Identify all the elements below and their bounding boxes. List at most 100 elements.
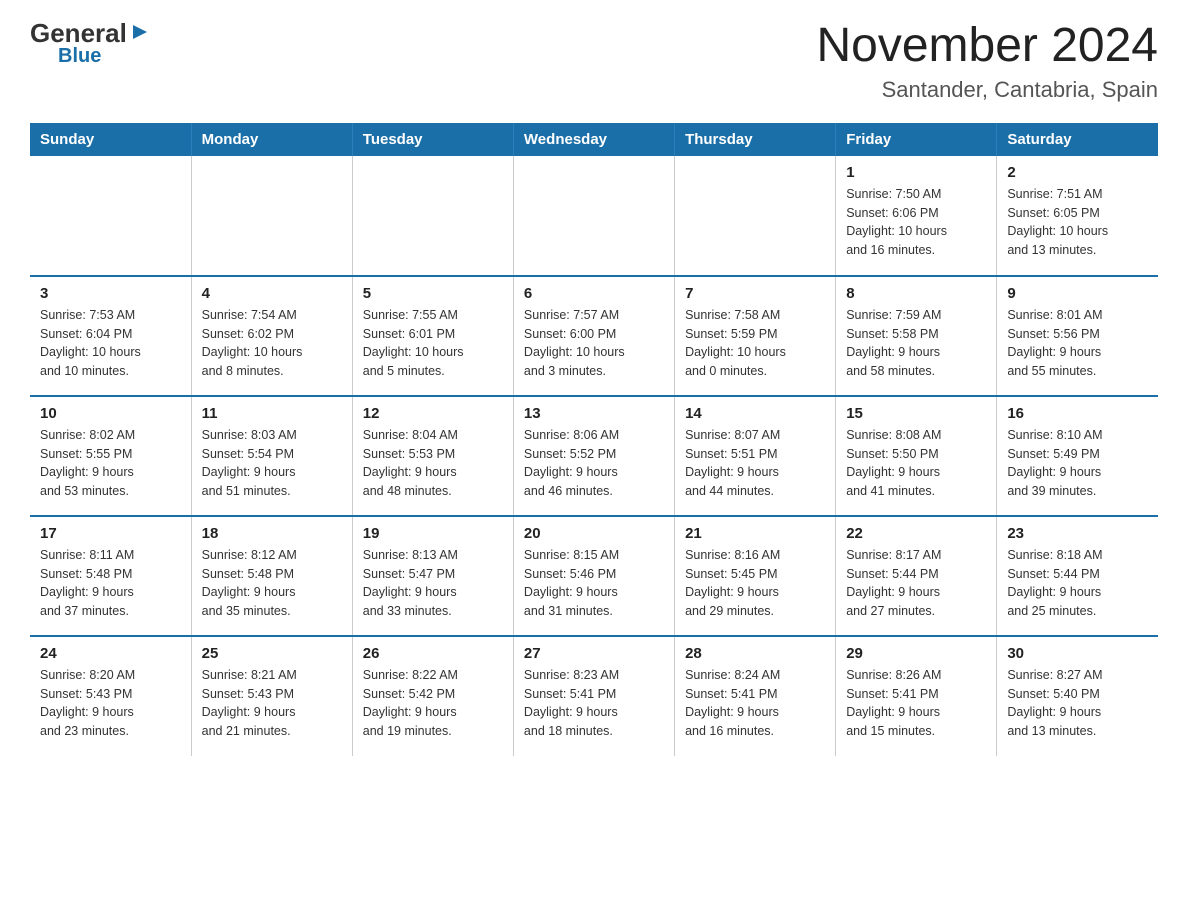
calendar-cell: 11 Sunrise: 8:03 AM Sunset: 5:54 PM Dayli… <box>191 396 352 516</box>
calendar-cell: 5 Sunrise: 7:55 AM Sunset: 6:01 PM Daylig… <box>352 276 513 396</box>
header-thursday: Thursday <box>675 123 836 156</box>
day-info: Sunrise: 7:55 AM Sunset: 6:01 PM Dayligh… <box>363 306 503 381</box>
day-number: 29 <box>846 645 986 662</box>
day-number: 1 <box>846 164 986 181</box>
day-info: Sunrise: 8:11 AM Sunset: 5:48 PM Dayligh… <box>40 546 181 621</box>
header-monday: Monday <box>191 123 352 156</box>
calendar-cell <box>513 156 674 276</box>
calendar-cell: 19 Sunrise: 8:13 AM Sunset: 5:47 PM Dayli… <box>352 516 513 636</box>
day-number: 7 <box>685 285 825 302</box>
calendar-cell: 7 Sunrise: 7:58 AM Sunset: 5:59 PM Daylig… <box>675 276 836 396</box>
day-number: 20 <box>524 525 664 542</box>
calendar-cell: 29 Sunrise: 8:26 AM Sunset: 5:41 PM Dayli… <box>836 636 997 756</box>
day-number: 3 <box>40 285 181 302</box>
day-number: 21 <box>685 525 825 542</box>
weekday-header-row: Sunday Monday Tuesday Wednesday Thursday… <box>30 123 1158 156</box>
calendar-cell: 23 Sunrise: 8:18 AM Sunset: 5:44 PM Dayli… <box>997 516 1158 636</box>
calendar-week-row: 24 Sunrise: 8:20 AM Sunset: 5:43 PM Dayli… <box>30 636 1158 756</box>
day-number: 24 <box>40 645 181 662</box>
day-number: 25 <box>202 645 342 662</box>
day-info: Sunrise: 8:18 AM Sunset: 5:44 PM Dayligh… <box>1007 546 1148 621</box>
day-info: Sunrise: 8:03 AM Sunset: 5:54 PM Dayligh… <box>202 426 342 501</box>
day-info: Sunrise: 8:13 AM Sunset: 5:47 PM Dayligh… <box>363 546 503 621</box>
calendar-cell <box>352 156 513 276</box>
header-tuesday: Tuesday <box>352 123 513 156</box>
day-number: 11 <box>202 405 342 422</box>
day-info: Sunrise: 7:54 AM Sunset: 6:02 PM Dayligh… <box>202 306 342 381</box>
day-info: Sunrise: 8:15 AM Sunset: 5:46 PM Dayligh… <box>524 546 664 621</box>
day-info: Sunrise: 7:50 AM Sunset: 6:06 PM Dayligh… <box>846 185 986 260</box>
header-friday: Friday <box>836 123 997 156</box>
day-info: Sunrise: 8:02 AM Sunset: 5:55 PM Dayligh… <box>40 426 181 501</box>
calendar-cell <box>675 156 836 276</box>
calendar-cell: 12 Sunrise: 8:04 AM Sunset: 5:53 PM Dayli… <box>352 396 513 516</box>
day-info: Sunrise: 8:24 AM Sunset: 5:41 PM Dayligh… <box>685 666 825 741</box>
logo-blue-text: Blue <box>58 46 101 66</box>
calendar-week-row: 1 Sunrise: 7:50 AM Sunset: 6:06 PM Daylig… <box>30 156 1158 276</box>
logo-general-text: General <box>30 20 127 46</box>
header-saturday: Saturday <box>997 123 1158 156</box>
day-number: 18 <box>202 525 342 542</box>
day-number: 19 <box>363 525 503 542</box>
day-info: Sunrise: 8:23 AM Sunset: 5:41 PM Dayligh… <box>524 666 664 741</box>
calendar-cell: 15Sunrise: 8:08 AM Sunset: 5:50 PM Dayli… <box>836 396 997 516</box>
day-number: 8 <box>846 285 986 302</box>
day-number: 12 <box>363 405 503 422</box>
title-block: November 2024 Santander, Cantabria, Spai… <box>816 20 1158 103</box>
calendar-week-row: 17 Sunrise: 8:11 AM Sunset: 5:48 PM Dayli… <box>30 516 1158 636</box>
day-number: 6 <box>524 285 664 302</box>
logo-triangle-icon <box>129 21 151 43</box>
calendar-cell: 13Sunrise: 8:06 AM Sunset: 5:52 PM Dayli… <box>513 396 674 516</box>
logo: General Blue <box>30 20 151 66</box>
calendar-cell: 10 Sunrise: 8:02 AM Sunset: 5:55 PM Dayli… <box>30 396 191 516</box>
day-number: 13 <box>524 405 664 422</box>
day-number: 28 <box>685 645 825 662</box>
header-sunday: Sunday <box>30 123 191 156</box>
calendar-cell: 8 Sunrise: 7:59 AM Sunset: 5:58 PM Daylig… <box>836 276 997 396</box>
day-info: Sunrise: 8:26 AM Sunset: 5:41 PM Dayligh… <box>846 666 986 741</box>
calendar-cell: 30 Sunrise: 8:27 AM Sunset: 5:40 PM Dayli… <box>997 636 1158 756</box>
calendar-cell: 20 Sunrise: 8:15 AM Sunset: 5:46 PM Dayli… <box>513 516 674 636</box>
calendar-cell <box>30 156 191 276</box>
day-number: 10 <box>40 405 181 422</box>
calendar-body: 1 Sunrise: 7:50 AM Sunset: 6:06 PM Daylig… <box>30 156 1158 756</box>
day-number: 23 <box>1007 525 1148 542</box>
day-info: Sunrise: 8:27 AM Sunset: 5:40 PM Dayligh… <box>1007 666 1148 741</box>
day-info: Sunrise: 8:22 AM Sunset: 5:42 PM Dayligh… <box>363 666 503 741</box>
day-info: Sunrise: 7:51 AM Sunset: 6:05 PM Dayligh… <box>1007 185 1148 260</box>
calendar-cell: 21 Sunrise: 8:16 AM Sunset: 5:45 PM Dayli… <box>675 516 836 636</box>
calendar-header: Sunday Monday Tuesday Wednesday Thursday… <box>30 123 1158 156</box>
calendar-cell: 3 Sunrise: 7:53 AM Sunset: 6:04 PM Daylig… <box>30 276 191 396</box>
day-info: Sunrise: 8:04 AM Sunset: 5:53 PM Dayligh… <box>363 426 503 501</box>
day-number: 14 <box>685 405 825 422</box>
calendar-cell: 25Sunrise: 8:21 AM Sunset: 5:43 PM Dayli… <box>191 636 352 756</box>
day-info: Sunrise: 7:59 AM Sunset: 5:58 PM Dayligh… <box>846 306 986 381</box>
day-info: Sunrise: 8:17 AM Sunset: 5:44 PM Dayligh… <box>846 546 986 621</box>
calendar-cell: 17 Sunrise: 8:11 AM Sunset: 5:48 PM Dayli… <box>30 516 191 636</box>
calendar-cell: 24 Sunrise: 8:20 AM Sunset: 5:43 PM Dayli… <box>30 636 191 756</box>
day-number: 17 <box>40 525 181 542</box>
day-number: 30 <box>1007 645 1148 662</box>
day-info: Sunrise: 8:20 AM Sunset: 5:43 PM Dayligh… <box>40 666 181 741</box>
calendar-cell: 27Sunrise: 8:23 AM Sunset: 5:41 PM Dayli… <box>513 636 674 756</box>
calendar-cell: 26Sunrise: 8:22 AM Sunset: 5:42 PM Dayli… <box>352 636 513 756</box>
day-info: Sunrise: 8:10 AM Sunset: 5:49 PM Dayligh… <box>1007 426 1148 501</box>
calendar-cell: 4Sunrise: 7:54 AM Sunset: 6:02 PM Daylig… <box>191 276 352 396</box>
calendar-week-row: 10 Sunrise: 8:02 AM Sunset: 5:55 PM Dayli… <box>30 396 1158 516</box>
calendar-cell: 28 Sunrise: 8:24 AM Sunset: 5:41 PM Dayli… <box>675 636 836 756</box>
calendar-cell: 22 Sunrise: 8:17 AM Sunset: 5:44 PM Dayli… <box>836 516 997 636</box>
day-number: 5 <box>363 285 503 302</box>
calendar-subtitle: Santander, Cantabria, Spain <box>816 77 1158 103</box>
calendar-cell: 6Sunrise: 7:57 AM Sunset: 6:00 PM Daylig… <box>513 276 674 396</box>
calendar-week-row: 3 Sunrise: 7:53 AM Sunset: 6:04 PM Daylig… <box>30 276 1158 396</box>
day-info: Sunrise: 7:53 AM Sunset: 6:04 PM Dayligh… <box>40 306 181 381</box>
day-info: Sunrise: 8:01 AM Sunset: 5:56 PM Dayligh… <box>1007 306 1148 381</box>
calendar-table: Sunday Monday Tuesday Wednesday Thursday… <box>30 123 1158 756</box>
day-info: Sunrise: 8:07 AM Sunset: 5:51 PM Dayligh… <box>685 426 825 501</box>
day-number: 22 <box>846 525 986 542</box>
day-number: 2 <box>1007 164 1148 181</box>
day-info: Sunrise: 8:16 AM Sunset: 5:45 PM Dayligh… <box>685 546 825 621</box>
day-info: Sunrise: 7:58 AM Sunset: 5:59 PM Dayligh… <box>685 306 825 381</box>
calendar-cell: 16 Sunrise: 8:10 AM Sunset: 5:49 PM Dayli… <box>997 396 1158 516</box>
day-number: 16 <box>1007 405 1148 422</box>
